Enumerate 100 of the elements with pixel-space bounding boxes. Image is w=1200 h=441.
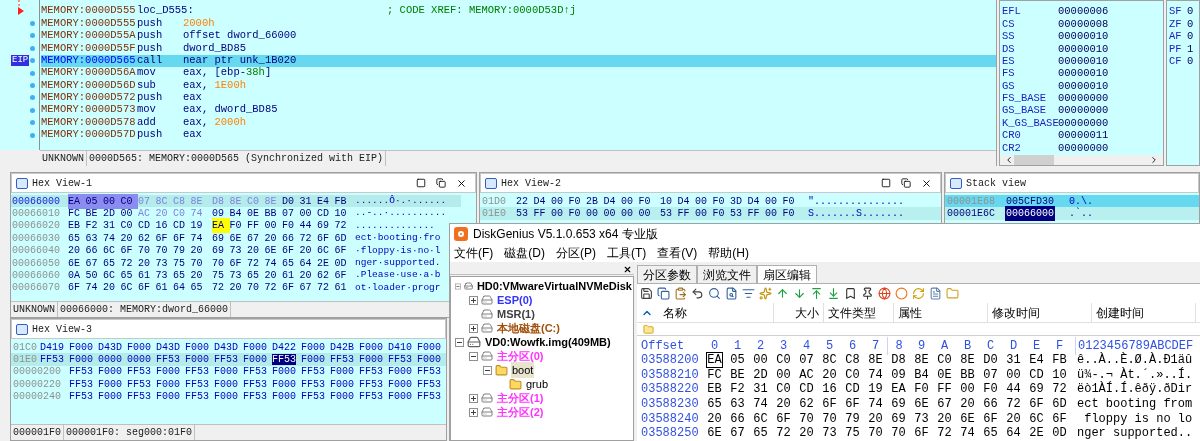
tree-item[interactable]: VD0:Wowfk.img(409MB)	[455, 335, 633, 349]
tab[interactable]: 浏览文件	[697, 265, 757, 283]
code-line[interactable]: MEMORY:0000D572 push eax	[41, 91, 996, 105]
hex-row[interactable]: 01C0 D419 F000 D43D F000 D43D F000 D43D F000 D422 F000 D42B F000 D410 F000	[11, 341, 446, 354]
hex-row[interactable]: 00066000 EA 05 00 C0 07 8C C8 8E D8 8E C0 8E D0 31 E4 FB ......Ô·.·......	[11, 195, 461, 208]
code-line[interactable]: MEMORY:0000D56D sub eax, 1E00h	[41, 79, 996, 92]
code-line[interactable]: MEMORY:0000D56Amov eax, [ebp-38h]	[41, 66, 996, 80]
arrow-down-icon[interactable]	[793, 287, 806, 300]
stack-row[interactable]: 00001E6C 00066000 .`..	[945, 207, 1199, 220]
maximize-icon[interactable]	[416, 178, 426, 188]
scroll-left-icon[interactable]	[1004, 154, 1014, 165]
hex-ascii: "...............	[808, 194, 904, 209]
menu-item[interactable]: 分区(P)	[556, 244, 596, 262]
code-line[interactable]: MEMORY:0000D573mov eax, dword_BD85	[41, 104, 996, 117]
column-header[interactable]: 修改时间	[988, 302, 1092, 323]
pin-icon[interactable]	[861, 287, 874, 300]
file-search-icon[interactable]	[725, 287, 738, 300]
hex-row[interactable]: 00066050 6E 67 65 72 20 73 75 70 70 6F 72 74 65 64 2E 0D nger·supported.	[11, 256, 445, 270]
tree-item[interactable]: MSR(1)	[469, 307, 633, 321]
hex-row[interactable]: 01D0 22 D4 00 F0 2B D4 00 F0 10 D4 00 F0 3D D4 00 F0 "...............	[480, 195, 941, 208]
scroll-right-icon[interactable]	[1149, 154, 1159, 165]
maximize-icon[interactable]	[881, 178, 891, 188]
column-header: F	[1054, 337, 1065, 354]
restore-icon[interactable]	[901, 178, 911, 188]
hex-address: 01C0	[13, 340, 38, 355]
tree-label[interactable]: boot	[511, 361, 535, 379]
hex-byte: 65	[752, 425, 769, 441]
hex-ascii: .Please·use·a·b	[355, 268, 441, 283]
hex-row[interactable]: 00066040 20 66 6C 6F 70 70 79 20 69 73 20 6E 6F 20 6C 6F ·floppy·is·no·l	[11, 244, 445, 257]
circle-icon[interactable]	[895, 287, 908, 300]
code-line[interactable]: MEMORY:0000D555 loc_D555: ; CODE XREF: MEMORY:0000D53D↑j	[41, 5, 996, 18]
hex-row[interactable]: 00066010 FC BE 2D 00 AC 20 C0 74 09 B4 0E BB 07 00 CD 10 ..-..·..........	[11, 207, 461, 220]
hex-row[interactable]: 00000200 FF53 F000 FF53 F000 FF53 F000 FF53 F000 FF53 F000 FF53 F000 FF53	[11, 365, 446, 379]
sparkle-icon[interactable]	[759, 287, 772, 300]
undo-icon[interactable]	[691, 287, 704, 300]
hex-row[interactable]: 00066070 6F 74 20 6C 6F 61 64 65 72 20 70 72 6F 67 72 61 ot·loader·progr	[11, 281, 445, 295]
menu-item[interactable]: 文件(F)	[454, 244, 494, 262]
column-header[interactable]: 属性	[894, 302, 988, 323]
search-icon[interactable]	[708, 287, 721, 300]
scrollbar-thumb[interactable]	[1014, 154, 1054, 165]
hex-row[interactable]: 00066060 0A 50 6C 65 61 73 65 20 75 73 65 20 61 20 62 6F .Please·use·a·b	[11, 269, 445, 282]
menu-item[interactable]: 工具(T)	[607, 244, 647, 262]
code-line[interactable]: MEMORY:0000D57D push eax	[41, 128, 996, 142]
tree-item[interactable]: 本地磁盘(C:)	[469, 321, 633, 335]
save-icon[interactable]	[640, 287, 653, 300]
stack-row[interactable]: 00001E68 005CFD30 0.\.	[945, 195, 1199, 208]
close-icon[interactable]	[456, 177, 467, 189]
window-icon	[485, 177, 497, 189]
hex-byte: F0	[982, 381, 999, 398]
code-line[interactable]: MEMORY:0000D55Apush offset dword_66000	[41, 29, 996, 43]
column-header[interactable]: 文件类型	[824, 302, 894, 323]
hex-word: F000	[388, 390, 413, 405]
stack-value[interactable]: 005CFD30	[1005, 193, 1055, 209]
arrow-up-to-line-icon[interactable]	[810, 287, 823, 300]
arrow-down-to-line-icon[interactable]	[827, 287, 840, 300]
code-line[interactable]: MEMORY:0000D55F push dword_BD85	[41, 42, 996, 55]
column-header[interactable]: 名称	[659, 302, 774, 323]
tree-item[interactable]: HD0:VMwareVirtualNVMeDisk	[455, 279, 633, 293]
arrow-up-icon[interactable]	[776, 287, 789, 300]
bookmark-icon[interactable]	[844, 287, 857, 300]
expand-icon[interactable]	[469, 323, 478, 333]
list-icon[interactable]	[742, 287, 755, 300]
restore-icon[interactable]	[436, 178, 446, 188]
document-icon[interactable]	[929, 287, 942, 300]
hex-byte: 67	[299, 281, 313, 296]
collapse-icon[interactable]	[483, 365, 492, 375]
hex-row[interactable]: 00066020 EB F2 31 C0 CD 16 CD 19 EA F0 FF 00 F0 44 69 72 ..............	[11, 219, 445, 233]
hex-offset: 03588220	[641, 381, 700, 398]
globe-icon[interactable]	[878, 287, 891, 300]
hex-row[interactable]: 01E0 53 FF 00 F0 00 00 00 00 53 FF 00 F0 53 FF 00 F0 S.......S.......	[480, 207, 941, 220]
tab[interactable]: 扇区编辑	[757, 265, 817, 283]
expand-icon[interactable]	[469, 407, 478, 417]
hex-row[interactable]: 00066030 65 63 74 20 62 6F 6F 74 69 6E 67 20 66 72 6F 6D ect·booting·fro	[11, 232, 445, 245]
collapse-icon[interactable]	[469, 351, 478, 361]
collapse-icon[interactable]	[455, 337, 464, 347]
code-line[interactable]: MEMORY:0000D578add eax, 2000h	[41, 116, 996, 129]
close-icon[interactable]	[921, 177, 932, 189]
tree-item[interactable]: grub	[497, 377, 633, 391]
hex-word: FF53	[359, 365, 384, 380]
hex-row[interactable]: 00000220 FF53 F000 FF53 F000 FF53 F000 FF53 F000 FF53 F000 FF53 F000 FF53	[11, 378, 446, 391]
expand-icon[interactable]	[469, 393, 478, 403]
paste-icon[interactable]	[674, 287, 687, 300]
menu-item[interactable]: 查看(V)	[657, 244, 698, 262]
hex-byte: 8C	[821, 352, 838, 369]
tree-item[interactable]: ESP(0)	[469, 293, 633, 307]
expand-icon[interactable]	[469, 295, 478, 305]
menu-item[interactable]: 磁盘(D)	[504, 244, 545, 262]
copy-icon[interactable]	[657, 287, 670, 300]
hex-row[interactable]: 00000240 FF53 F000 FF53 F000 FF53 F000 FF53 F000 FF53 F000 FF53 F000 FF53	[11, 390, 446, 403]
menu-item[interactable]: 帮助(H)	[708, 244, 749, 262]
tab[interactable]: 分区参数	[637, 265, 697, 283]
close-icon[interactable]	[623, 265, 632, 274]
hex-address: 00066050	[12, 256, 61, 271]
hex-row[interactable]: 01E0 FF53 F000 0000 0000 FF53 F000 FF53 F000 FF53 F000 FF53 F000 FF53 F000	[11, 353, 446, 366]
column-header[interactable]: 大小	[774, 302, 824, 323]
stack-value[interactable]: 00066000	[1005, 206, 1055, 222]
column-header[interactable]: 创建时间	[1092, 302, 1196, 323]
hex-byte: FB	[1051, 352, 1068, 369]
tree-item[interactable]: boot	[483, 363, 633, 377]
code-line[interactable]: MEMORY:0000D555 push 2000h	[41, 17, 996, 30]
